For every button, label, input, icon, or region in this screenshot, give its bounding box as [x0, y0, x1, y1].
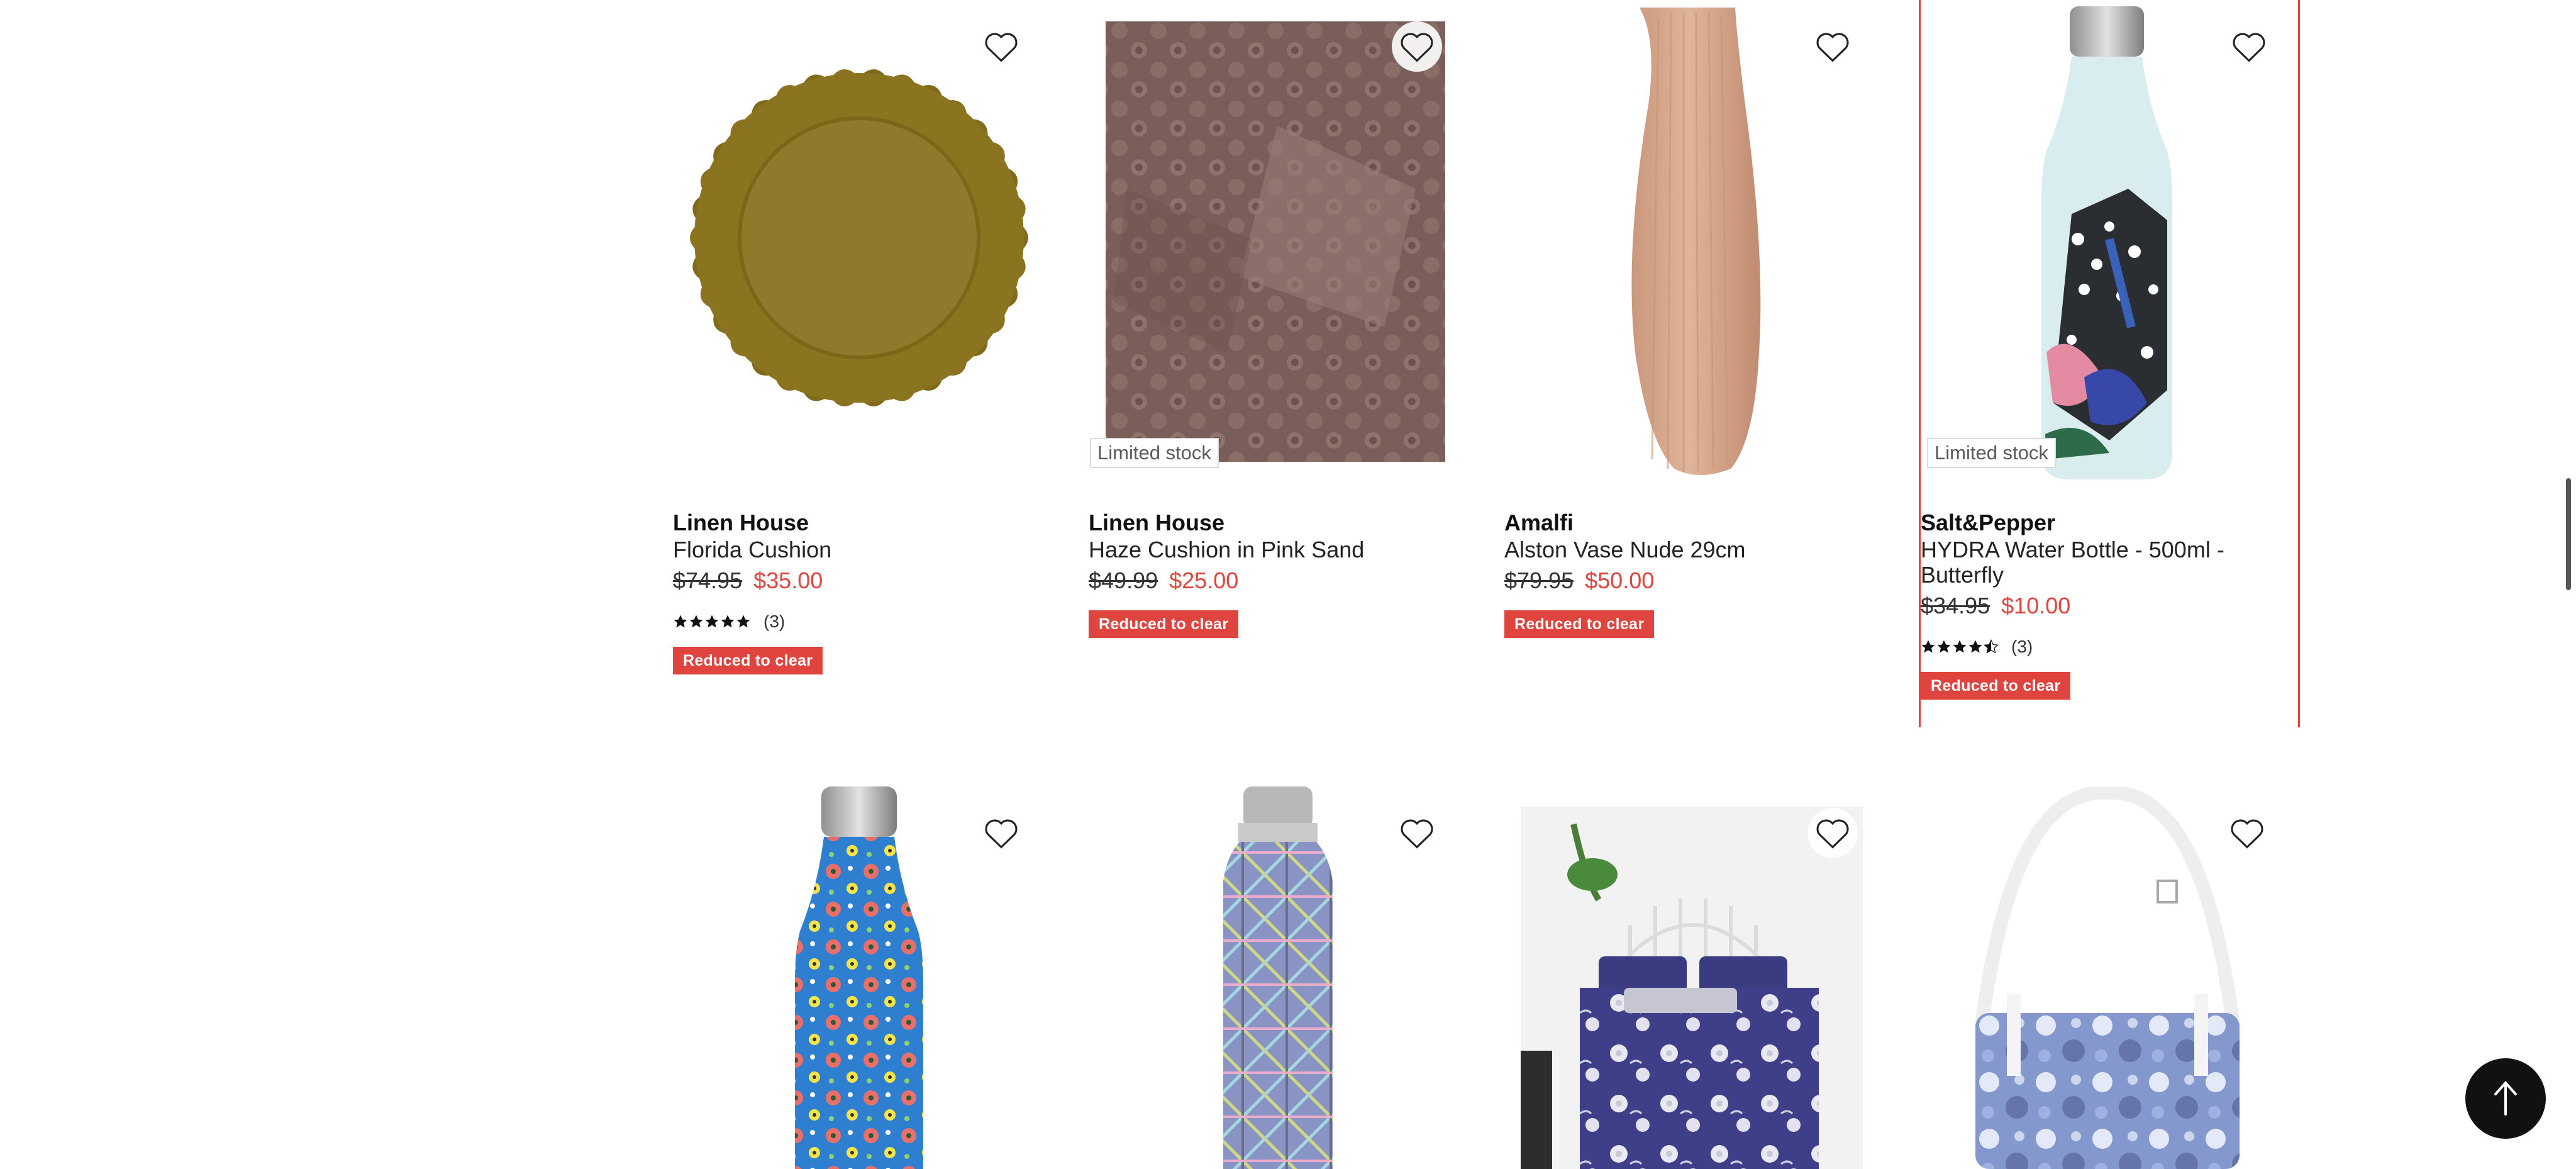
limited-stock-label: Limited stock — [1927, 438, 2056, 468]
product-card[interactable] — [1919, 786, 2296, 1169]
product-card[interactable] — [1504, 786, 1882, 1169]
product-rating[interactable]: (3) — [673, 612, 1050, 632]
was-price: $79.95 — [1504, 568, 1574, 593]
star-rating — [1921, 639, 1999, 654]
product-name[interactable]: HYDRA Water Bottle - 500ml - Butterfly — [1921, 537, 2298, 588]
now-price: $35.00 — [753, 568, 823, 593]
star-icon — [689, 615, 703, 628]
back-to-top-button[interactable] — [2465, 1058, 2546, 1139]
now-price: $25.00 — [1169, 568, 1239, 593]
limited-stock-label: Limited stock — [1090, 438, 1219, 468]
now-price: $10.00 — [2001, 593, 2071, 618]
product-info: Salt&Pepper HYDRA Water Bottle - 500ml -… — [1921, 508, 2298, 700]
product-card[interactable] — [1089, 786, 1466, 1169]
status-badge: Reduced to clear — [1921, 672, 2071, 700]
product-card[interactable]: Limited stock Salt&Pepper HYDRA Water Bo… — [1919, 0, 2300, 727]
star-icon — [674, 615, 687, 628]
product-brand[interactable]: Linen House — [1089, 508, 1466, 537]
product-price: $79.95 $50.00 — [1504, 566, 1882, 595]
star-icon — [705, 615, 719, 628]
product-name[interactable]: Florida Cushion — [673, 537, 1050, 562]
product-info: Linen House Haze Cushion in Pink Sand $4… — [1089, 508, 1466, 638]
arrow-up-icon — [2494, 1080, 2517, 1116]
wishlist-heart-icon[interactable] — [1807, 21, 1858, 72]
product-info: Amalfi Alston Vase Nude 29cm $79.95 $50.… — [1504, 508, 1882, 638]
product-price: $74.95 $35.00 — [673, 566, 1050, 595]
product-brand[interactable]: Salt&Pepper — [1921, 508, 2298, 537]
status-badge: Reduced to clear — [673, 647, 823, 674]
product-image[interactable] — [1921, 0, 2298, 491]
star-half-icon — [1984, 639, 1999, 654]
product-brand[interactable]: Linen House — [673, 508, 1050, 537]
star-icon — [1937, 640, 1951, 653]
product-image[interactable] — [1089, 0, 1466, 491]
product-brand[interactable]: Amalfi — [1504, 508, 1882, 537]
product-rating[interactable]: (3) — [1921, 637, 2298, 657]
wishlist-heart-icon[interactable] — [2222, 808, 2272, 858]
rating-count: (3) — [2011, 637, 2033, 656]
product-price: $34.95 $10.00 — [1921, 591, 2298, 620]
star-icon — [736, 615, 750, 628]
wishlist-heart-icon[interactable] — [1807, 808, 1858, 858]
wishlist-heart-icon[interactable] — [976, 21, 1026, 72]
product-name[interactable]: Haze Cushion in Pink Sand — [1089, 537, 1466, 562]
rating-count: (3) — [763, 612, 786, 631]
product-card[interactable]: Linen House Florida Cushion $74.95 $35.0… — [673, 0, 1050, 730]
was-price: $74.95 — [673, 568, 743, 593]
wishlist-heart-icon[interactable] — [1392, 808, 1442, 858]
now-price: $50.00 — [1585, 568, 1655, 593]
was-price: $34.95 — [1921, 593, 1990, 618]
star-icon — [1953, 640, 1967, 653]
product-image[interactable] — [673, 0, 1050, 491]
star-icon — [1968, 640, 1982, 653]
star-icon — [1921, 640, 1935, 653]
product-name[interactable]: Alston Vase Nude 29cm — [1504, 537, 1882, 562]
star-rating — [673, 614, 751, 629]
product-price: $49.99 $25.00 — [1089, 566, 1466, 595]
product-card[interactable]: Amalfi Alston Vase Nude 29cm $79.95 $50.… — [1504, 0, 1882, 692]
wishlist-heart-icon[interactable] — [2224, 21, 2274, 72]
was-price: $49.99 — [1089, 568, 1158, 593]
status-badge: Reduced to clear — [1504, 610, 1655, 638]
status-badge: Reduced to clear — [1089, 610, 1239, 638]
product-card[interactable] — [673, 786, 1050, 1169]
star-icon — [721, 615, 735, 628]
page-scrollbar[interactable] — [2566, 478, 2571, 590]
wishlist-heart-icon[interactable] — [976, 808, 1026, 858]
product-card[interactable]: Limited stock Linen House Haze Cushion i… — [1089, 0, 1466, 692]
wishlist-heart-icon[interactable] — [1392, 21, 1442, 72]
product-info: Linen House Florida Cushion $74.95 $35.0… — [673, 508, 1050, 674]
product-image[interactable] — [1504, 0, 1882, 491]
